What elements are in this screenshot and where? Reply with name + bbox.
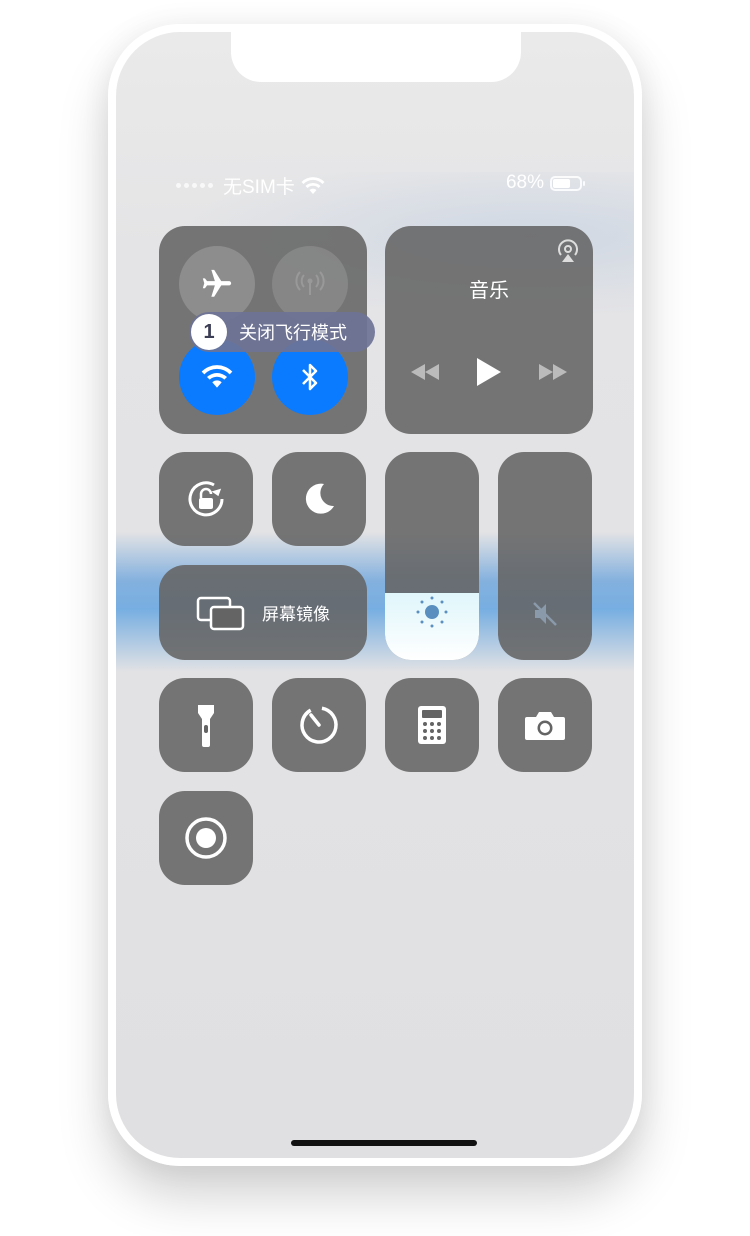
timer-icon xyxy=(272,678,366,772)
moon-icon xyxy=(272,452,366,546)
screen-record-button[interactable] xyxy=(159,791,253,885)
play-icon[interactable] xyxy=(473,356,503,388)
music-tile[interactable]: 音乐 xyxy=(385,226,593,434)
phone-frame: 无SIM卡 68% 1 关闭飞行模式 音乐 屏幕镜像 xyxy=(108,24,642,1166)
rotation-lock-icon xyxy=(159,452,253,546)
flashlight-button[interactable] xyxy=(159,678,253,772)
airplay-icon[interactable] xyxy=(555,238,581,264)
camera-icon xyxy=(498,678,592,772)
do-not-disturb-button[interactable] xyxy=(272,452,366,546)
screen-mirroring-label: 屏幕镜像 xyxy=(262,605,330,625)
speaker-muted-icon xyxy=(498,598,592,630)
music-title: 音乐 xyxy=(469,278,509,302)
screen-record-icon xyxy=(159,791,253,885)
airplane-icon xyxy=(200,267,234,301)
battery-percent: 68% xyxy=(505,172,544,193)
rotation-lock-button[interactable] xyxy=(159,452,253,546)
wifi-status-icon xyxy=(301,176,325,195)
status-bar-left: 无SIM卡 xyxy=(176,172,325,199)
timer-button[interactable] xyxy=(272,678,366,772)
home-indicator[interactable] xyxy=(291,1140,477,1146)
airplane-mode-button[interactable] xyxy=(179,246,255,322)
tutorial-tooltip: 1 关闭飞行模式 xyxy=(189,312,375,352)
cellular-data-button[interactable] xyxy=(272,246,348,322)
battery-icon xyxy=(550,175,585,191)
calculator-icon xyxy=(385,678,479,772)
volume-slider[interactable] xyxy=(498,452,592,660)
fast-forward-icon[interactable] xyxy=(537,362,569,382)
screen-mirroring-button[interactable]: 屏幕镜像 xyxy=(159,565,367,660)
bluetooth-icon xyxy=(299,361,321,393)
notch xyxy=(231,32,521,82)
carrier-label: 无SIM卡 xyxy=(223,177,295,198)
camera-button[interactable] xyxy=(498,678,592,772)
control-center-screen: 无SIM卡 68% 1 关闭飞行模式 音乐 屏幕镜像 xyxy=(116,32,634,1158)
cellular-antenna-icon xyxy=(293,267,327,301)
flashlight-icon xyxy=(159,678,253,772)
wifi-icon xyxy=(201,364,233,390)
rewind-icon[interactable] xyxy=(409,362,441,382)
signal-dots-icon xyxy=(176,183,213,188)
tooltip-text: 关闭飞行模式 xyxy=(239,323,347,344)
tooltip-step-number: 1 xyxy=(191,314,227,350)
sun-icon xyxy=(385,594,479,630)
brightness-slider[interactable] xyxy=(385,452,479,660)
calculator-button[interactable] xyxy=(385,678,479,772)
status-bar-right: 68% xyxy=(505,172,585,194)
screen-mirroring-icon xyxy=(196,595,246,631)
